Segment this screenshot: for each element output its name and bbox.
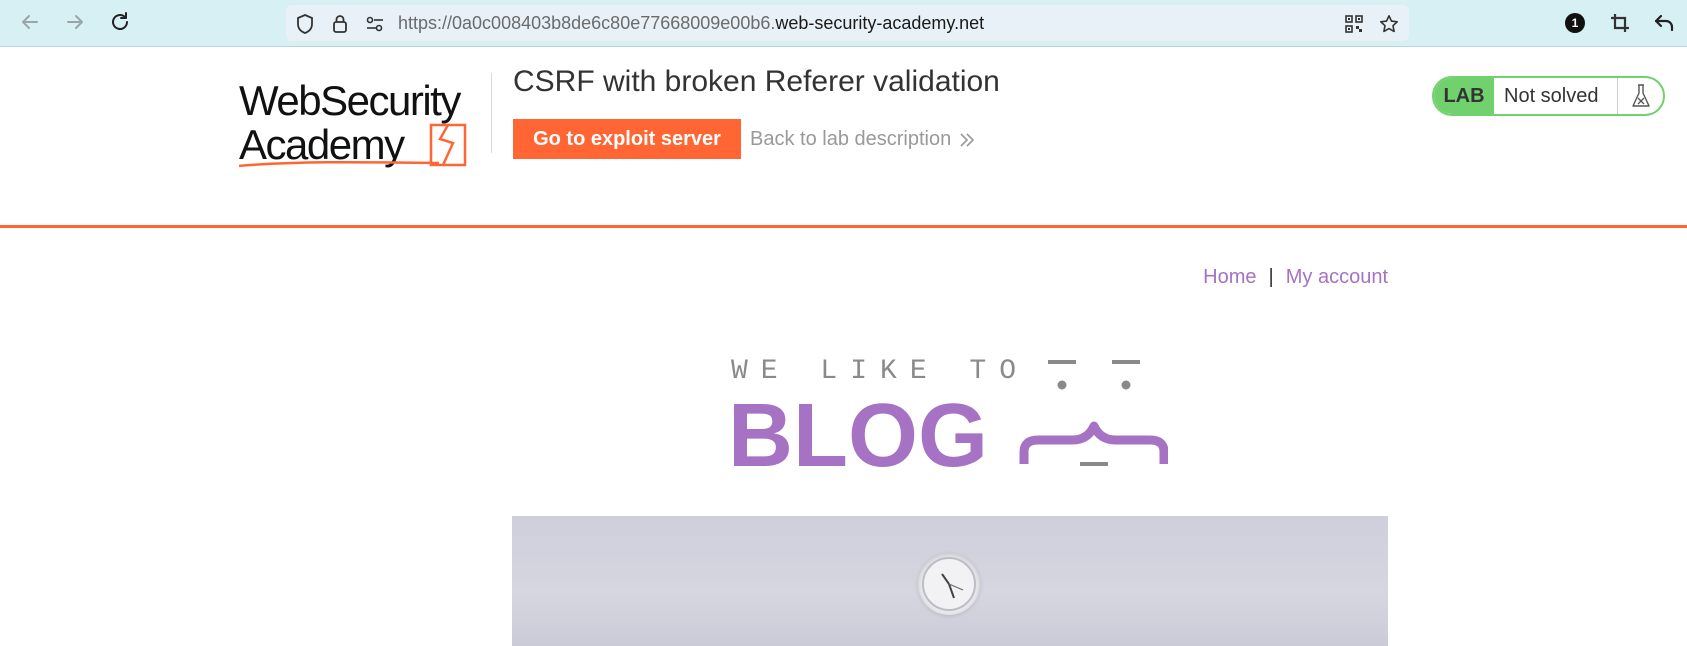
lab-title: CSRF with broken Referer validation	[513, 65, 1000, 98]
url-text[interactable]: https://0a0c008403b8de6c80e77668009e00b6…	[398, 13, 984, 33]
blog-navigation: Home | My account	[1203, 266, 1388, 289]
logo-divider	[491, 73, 492, 153]
banner-main-text: BLOG	[728, 386, 988, 472]
url-prefix: https://0a0c008403b8de6c80e77668009e00b6…	[398, 13, 776, 33]
blog-banner: WE LIKE TO BLOG	[728, 352, 1169, 486]
blog-hero-image	[512, 516, 1388, 646]
extension-badge-icon[interactable]: 1	[1563, 11, 1587, 35]
crop-icon[interactable]	[1608, 11, 1632, 35]
browser-toolbar: https://0a0c008403b8de6c80e77668009e00b6…	[0, 0, 1687, 47]
logo-line2-text: Academy	[239, 121, 405, 168]
nav-home-link[interactable]: Home	[1203, 266, 1256, 288]
bookmark-star-icon[interactable]	[1379, 14, 1399, 34]
reload-icon[interactable]	[106, 8, 134, 36]
extension-badge-count: 1	[1571, 16, 1579, 30]
back-to-lab-description-link[interactable]: Back to lab description	[750, 128, 975, 151]
flask-icon	[1617, 78, 1663, 114]
forward-arrow-icon[interactable]	[61, 8, 89, 36]
banner-top-text: WE LIKE TO	[731, 356, 1029, 387]
undo-arrow-icon[interactable]	[1652, 11, 1676, 35]
lock-icon[interactable]	[330, 14, 350, 34]
lab-badge: LAB	[1434, 78, 1494, 114]
web-security-academy-logo[interactable]: WebSecurity Academy	[236, 73, 489, 169]
lab-header: WebSecurity Academy CSRF with broken Ref…	[0, 47, 1687, 228]
lab-status-widget: LAB Not solved	[1432, 76, 1665, 116]
qr-code-icon[interactable]	[1344, 14, 1364, 34]
go-to-exploit-server-button[interactable]: Go to exploit server	[513, 119, 741, 159]
nav-separator: |	[1268, 266, 1274, 288]
back-arrow-icon[interactable]	[16, 8, 44, 36]
face-emoticon-icon	[1019, 360, 1169, 466]
address-bar[interactable]: https://0a0c008403b8de6c80e77668009e00b6…	[286, 5, 1409, 41]
url-domain: web-security-academy.net	[775, 13, 985, 33]
shield-icon[interactable]	[295, 14, 315, 34]
lab-status-text: Not solved	[1504, 84, 1599, 107]
double-chevron-right-icon	[960, 132, 975, 147]
nav-my-account-link[interactable]: My account	[1286, 266, 1388, 288]
back-link-label: Back to lab description	[750, 128, 952, 150]
logo-line1-text: WebSecurity	[239, 77, 461, 124]
site-permissions-icon[interactable]	[365, 14, 385, 34]
wall-clock-icon	[918, 553, 980, 615]
